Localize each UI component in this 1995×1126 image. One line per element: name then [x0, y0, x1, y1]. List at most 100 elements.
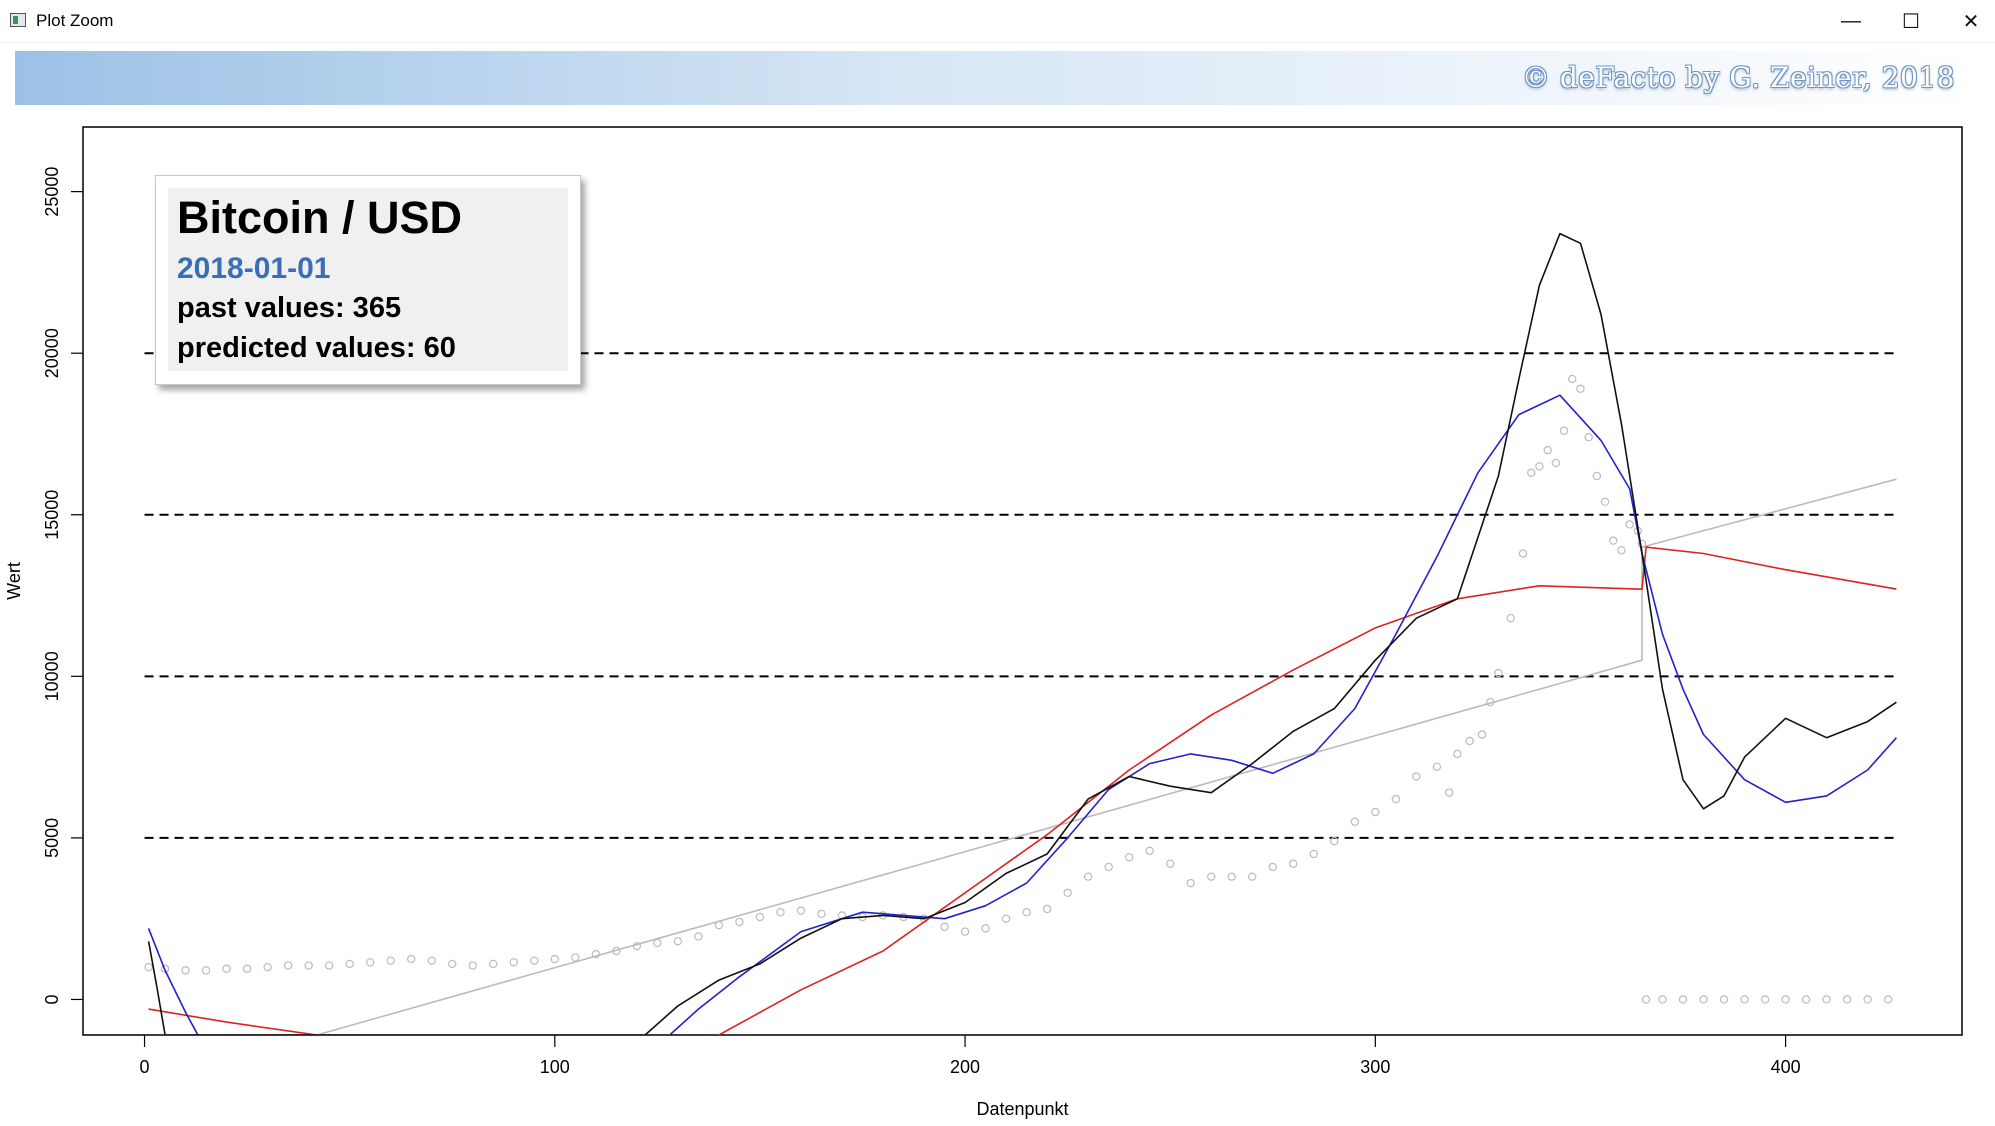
series-0-point [324, 961, 334, 970]
series-0-point [1551, 458, 1561, 468]
series-0-point [1145, 846, 1154, 856]
series-0-point [468, 961, 477, 970]
series-1-point [1641, 995, 1651, 1004]
series-0-point [571, 953, 580, 962]
series-0-point [489, 959, 498, 969]
series-0-point [407, 954, 416, 964]
series-0-point [1444, 788, 1454, 797]
series-0-point [1104, 862, 1113, 872]
series-0-point [1165, 859, 1175, 868]
series-1-point [1863, 995, 1872, 1004]
series-0-point [345, 959, 354, 969]
series-0-point [1576, 384, 1585, 393]
minimize-button[interactable]: — [1822, 4, 1880, 38]
series-0-point [694, 932, 703, 941]
legend-box: Bitcoin / USD 2018-01-01 past values: 36… [155, 175, 581, 385]
legend-date: 2018-01-01 [177, 252, 331, 285]
close-button[interactable]: ✕ [1942, 4, 1995, 38]
series-0-point [673, 937, 683, 946]
y-axis-label: Wert [4, 562, 24, 600]
series-0-point [1042, 904, 1052, 914]
series-1-point [1883, 995, 1893, 1004]
x-tick-label: 200 [950, 1057, 980, 1077]
series-0-point [653, 938, 662, 948]
banner-text: © deFacto by G. Zeiner, 2018 [1521, 61, 1955, 94]
series-0-point [1592, 471, 1602, 481]
series-0-point [1289, 859, 1298, 868]
plot-window-icon [10, 13, 26, 27]
series-1-point [1719, 995, 1729, 1004]
series-0-point [1453, 749, 1462, 759]
series-0-point [448, 959, 457, 969]
series-0-point [1001, 914, 1011, 923]
legend-past-values: past values: 365 [177, 292, 402, 324]
series-0-point [201, 966, 211, 975]
series-0-point [1371, 807, 1380, 817]
series-0-point [1600, 497, 1610, 507]
series-0-point [530, 956, 539, 965]
series-0-point [796, 906, 806, 915]
y-tick-label: 10000 [42, 651, 62, 701]
series-0-point [776, 908, 785, 917]
series-1-point [1842, 995, 1852, 1004]
series-0-point [960, 927, 970, 936]
series-1-point [1678, 995, 1688, 1004]
series-1-point [1699, 995, 1708, 1004]
series-0-point [1063, 888, 1072, 898]
series-0-point [1083, 872, 1093, 881]
series-0-point [283, 961, 293, 970]
series-2-line [316, 478, 1897, 1035]
series-0-point [1432, 762, 1442, 772]
series-0-point [550, 954, 560, 964]
series-0-point [1477, 730, 1487, 739]
series-0-point [1584, 433, 1593, 442]
y-tick-label: 0 [42, 994, 62, 1004]
series-0-point [1559, 426, 1569, 435]
series-0-point [222, 964, 231, 973]
series-1-point [1822, 995, 1831, 1004]
series-0-point [242, 964, 252, 973]
series-0-point [1124, 853, 1134, 862]
series-0-point [1350, 817, 1360, 826]
series-0-point [1391, 794, 1401, 804]
series-0-point [817, 909, 826, 919]
series-0-point [981, 924, 990, 933]
series-0-point [1465, 736, 1474, 746]
series-0-point [1609, 536, 1618, 545]
series-0-point [181, 966, 190, 975]
series-0-point [365, 958, 375, 967]
y-tick-label: 15000 [42, 490, 62, 540]
series-0-point [1207, 872, 1216, 881]
series-0-point [1617, 546, 1626, 555]
y-tick-label: 25000 [42, 167, 62, 217]
series-0-point [304, 961, 313, 970]
series-0-point [1248, 872, 1257, 881]
maximize-button[interactable]: ☐ [1882, 4, 1940, 38]
series-0-point [735, 917, 744, 927]
legend-predicted-values: predicted values: 60 [177, 332, 456, 364]
x-tick-label: 300 [1360, 1057, 1390, 1077]
series-0-point [427, 956, 436, 965]
copyright-banner: © deFacto by G. Zeiner, 2018 [15, 51, 1975, 105]
series-0-point [144, 962, 153, 972]
series-0-point [940, 922, 949, 931]
series-1-point [1781, 995, 1790, 1004]
series-1-point [1801, 995, 1811, 1004]
series-0-point [1309, 849, 1318, 859]
series-0-point [1518, 549, 1528, 558]
series-0-point [1227, 872, 1236, 881]
series-1-point [1760, 995, 1770, 1004]
series-0-point [263, 962, 272, 972]
series-1-point [1740, 995, 1749, 1004]
x-tick-label: 400 [1771, 1057, 1801, 1077]
legend-panel: Bitcoin / USD 2018-01-01 past values: 36… [168, 188, 568, 371]
x-tick-label: 100 [540, 1057, 570, 1077]
series-0-point [1506, 613, 1515, 623]
series-0-point [386, 956, 395, 965]
series-3-line [148, 546, 1897, 1035]
series-0-point [1568, 374, 1577, 384]
series-0-point [509, 958, 518, 967]
y-tick-label: 20000 [42, 328, 62, 378]
series-0-point [1543, 445, 1552, 455]
x-axis-label: Datenpunkt [976, 1099, 1068, 1119]
